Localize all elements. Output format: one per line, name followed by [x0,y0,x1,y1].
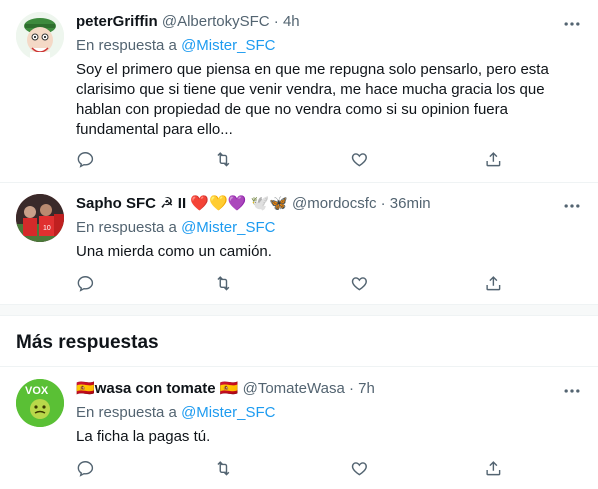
user-handle[interactable]: @mordocsfc [292,195,376,212]
reply-handle-link[interactable]: @Mister_SFC [181,404,275,421]
display-name-emoji: ☭ II ❤️💛💜 🕊️🦋 [156,195,288,212]
section-divider [0,304,598,316]
more-icon[interactable] [562,196,582,216]
tweet-actions [76,274,506,294]
share-icon[interactable] [484,459,504,479]
reply-prefix: En respuesta a [76,219,177,236]
tweet-header: peterGriffin @AlbertokySFC · 4h [76,12,582,32]
user-handle[interactable]: @TomateWasa [243,380,345,397]
retweet-icon[interactable] [214,459,234,479]
user-handle[interactable]: @AlbertokySFC [162,13,270,30]
display-name-emoji: 🇪🇸 [215,380,239,397]
display-name[interactable]: Sapho SFC [76,195,156,212]
reply-prefix: En respuesta a [76,404,177,421]
tweet-text: Soy el primero que piensa en que me repu… [76,61,549,138]
separator: · [273,13,279,30]
reply-context: En respuesta a @Mister_SFC [76,218,582,238]
svg-text:10: 10 [43,225,51,232]
share-icon[interactable] [484,150,504,170]
more-replies-heading: Más respuestas [16,332,159,353]
timestamp[interactable]: 4h [283,13,300,30]
avatar[interactable] [16,12,64,60]
more-replies-header: Más respuestas [0,316,598,367]
tweet-header: Sapho SFC ☭ II ❤️💛💜 🕊️🦋 @mordocsfc · 36m… [76,194,582,214]
tweet-text: La ficha la pagas tú. [76,428,211,445]
tweet-header: 🇪🇸wasa con tomate 🇪🇸 @TomateWasa · 7h [76,379,582,399]
tweet-text: Una mierda como un camión. [76,243,272,260]
tweet-actions [76,459,506,479]
reply-prefix: En respuesta a [76,37,177,54]
tweet-actions [76,150,506,170]
like-icon[interactable] [350,150,370,170]
timestamp[interactable]: 36min [390,195,431,212]
like-icon[interactable] [350,274,370,294]
reply-icon[interactable] [76,150,96,170]
timestamp[interactable]: 7h [358,380,375,397]
avatar[interactable]: VOX [16,379,64,427]
retweet-icon[interactable] [214,274,234,294]
tweet[interactable]: peterGriffin @AlbertokySFC · 4h En respu… [0,0,598,183]
reply-handle-link[interactable]: @Mister_SFC [181,37,275,54]
svg-text:VOX: VOX [25,385,49,397]
display-name[interactable]: peterGriffin [76,13,158,30]
share-icon[interactable] [484,274,504,294]
more-icon[interactable] [562,381,582,401]
reply-context: En respuesta a @Mister_SFC [76,36,582,56]
reply-handle-link[interactable]: @Mister_SFC [181,219,275,236]
like-icon[interactable] [350,459,370,479]
separator: · [348,380,354,397]
separator: · [380,195,386,212]
retweet-icon[interactable] [214,150,234,170]
reply-icon[interactable] [76,274,96,294]
reply-context: En respuesta a @Mister_SFC [76,403,582,423]
display-name-flag: 🇪🇸 [76,380,95,397]
avatar[interactable]: 10 [16,194,64,242]
tweet[interactable]: VOX 🇪🇸wasa con tomate 🇪🇸 @TomateWasa · 7… [0,367,598,489]
reply-icon[interactable] [76,459,96,479]
tweet[interactable]: 10 Sapho SFC ☭ II ❤️💛💜 🕊️🦋 @mordocsfc · … [0,182,598,304]
more-icon[interactable] [562,14,582,34]
display-name[interactable]: wasa con tomate [95,380,216,397]
